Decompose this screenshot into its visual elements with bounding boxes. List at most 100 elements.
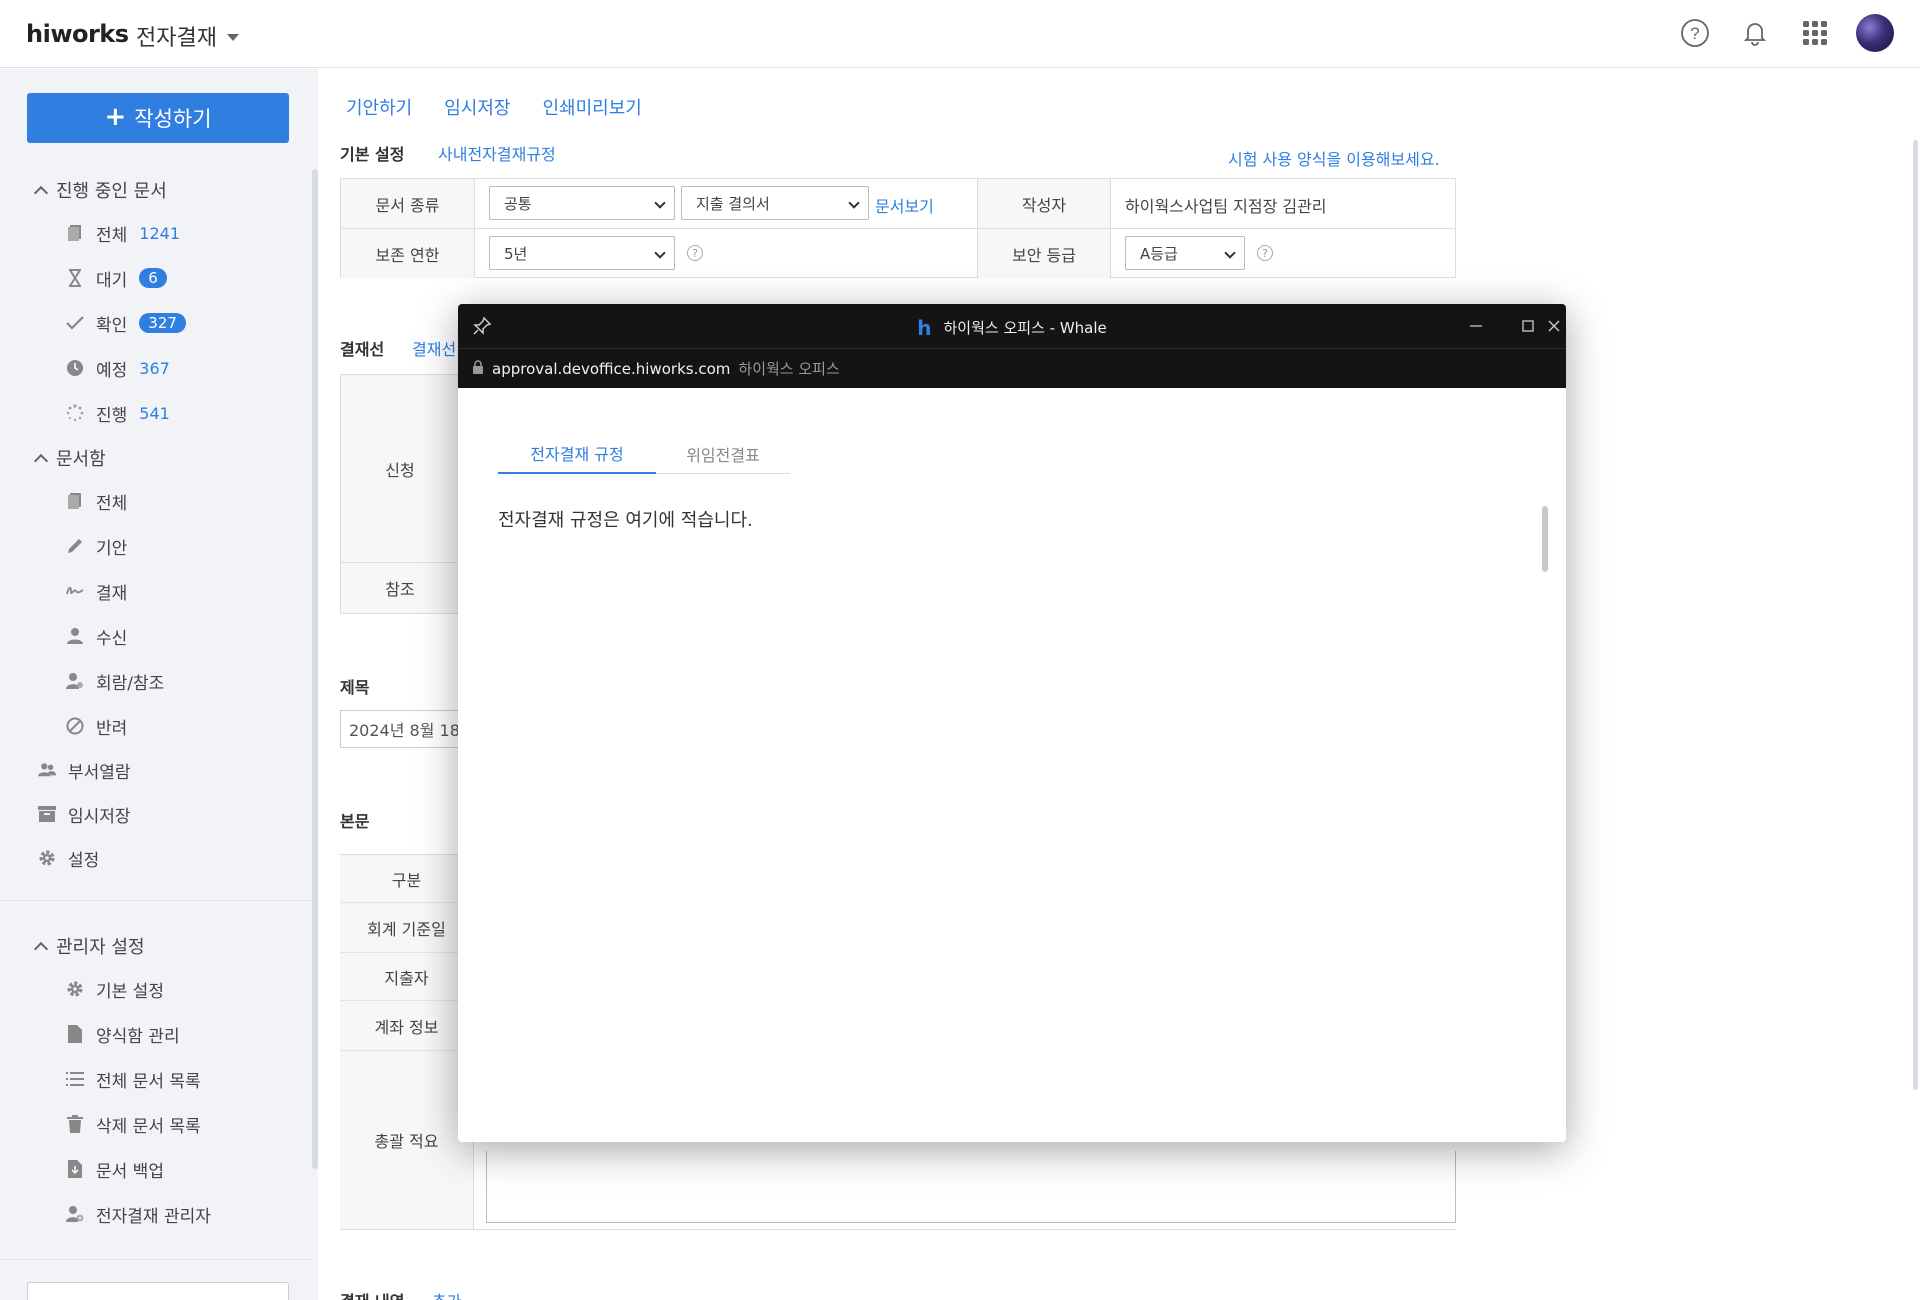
count-badge-confirm: 327 (139, 313, 186, 333)
user-avatar[interactable] (1856, 14, 1894, 52)
approval-line-link[interactable]: 결재선 (412, 336, 456, 360)
bell-icon[interactable] (1736, 14, 1774, 52)
sidebar-item-label: 삭제 문서 목록 (96, 1116, 201, 1137)
sidebar-item-label: 설정 (68, 850, 100, 871)
row-retention: 보존 연한 5년 ? 보안 등급 A등급 ? (341, 228, 1455, 278)
history-title: 결재 내역 (340, 1288, 404, 1300)
hourglass-icon (66, 269, 84, 287)
sidebar-item-label: 기안 (96, 538, 128, 559)
tab-delegation-table[interactable]: 위임전결표 (656, 434, 790, 474)
popup-window: h 하이웍스 오피스 - Whale approval.devoffice.hiw… (458, 304, 1566, 1142)
caret-down-icon (226, 34, 239, 41)
sidebar-item-confirm[interactable]: 확인 327 (66, 310, 186, 336)
sidebar-item-admin-all-docs[interactable]: 전체 문서 목록 (66, 1066, 201, 1092)
sidebar-item-draft[interactable]: 기안 (66, 533, 127, 559)
subject-title: 제목 (340, 678, 370, 697)
body-row-account-date: 회계 기준일 (340, 903, 474, 953)
sidebar-item-admin-backup[interactable]: 문서 백업 (66, 1156, 164, 1182)
sidebar-item-docbox-all[interactable]: 전체 (66, 488, 127, 514)
group-icon (38, 761, 56, 779)
retention-value: 5년 (504, 244, 528, 263)
popup-titlebar[interactable]: h 하이웍스 오피스 - Whale (458, 304, 1566, 348)
sidebar-bottom-button[interactable] (27, 1282, 289, 1300)
sidebar-item-progress[interactable]: 진행 541 (66, 400, 170, 426)
gear-icon (38, 849, 56, 867)
url-site-name: 하이웍스 오피스 (738, 360, 840, 378)
group-admin-label: 관리자 설정 (56, 937, 145, 958)
group-inprogress-label: 진행 중인 문서 (56, 181, 167, 202)
sidebar-item-label: 문서 백업 (96, 1161, 164, 1182)
basic-settings-title: 기본 설정 (340, 145, 405, 164)
sidebar-item-label: 전체 (96, 493, 128, 514)
subject-input[interactable]: 2024년 8월 18일 (340, 710, 460, 748)
page-scrollbar[interactable] (1913, 140, 1918, 1090)
sidebar-item-label: 대기 (96, 270, 128, 291)
sidebar-item-temp[interactable]: 임시저장 (38, 801, 131, 827)
retention-select[interactable]: 5년 (489, 236, 675, 270)
trial-link[interactable]: 시험 사용 양식을 이용해보세요. (1228, 146, 1440, 170)
retention-help-icon[interactable]: ? (687, 245, 703, 261)
sidebar-item-receive[interactable]: 수신 (66, 623, 127, 649)
group-inprogress[interactable]: 진행 중인 문서 (33, 177, 167, 203)
body-title: 본문 (340, 812, 370, 831)
doc-form-select[interactable]: 지출 결의서 (681, 186, 869, 220)
sidebar-item-admin-basic[interactable]: 기본 설정 (66, 976, 164, 1002)
sidebar-item-approve[interactable]: 결재 (66, 578, 127, 604)
summary-textarea[interactable] (486, 1151, 1456, 1223)
tab-approval-rules[interactable]: 전자결재 규정 (498, 434, 656, 474)
sidebar-item-admin-deleted[interactable]: 삭제 문서 목록 (66, 1111, 201, 1137)
sidebar-item-label: 전체 문서 목록 (96, 1071, 201, 1092)
check-icon (66, 314, 84, 332)
security-help-icon[interactable]: ? (1257, 245, 1273, 261)
count-scheduled: 367 (139, 358, 170, 378)
hiworks-logo[interactable]: hiworks (26, 20, 129, 48)
tab-temp-save[interactable]: 임시저장 (444, 94, 510, 120)
sidebar-scrollbar[interactable] (312, 169, 318, 1169)
group-docbox[interactable]: 문서함 (33, 445, 106, 471)
count-badge-waiting: 6 (139, 268, 167, 288)
file-icon (66, 1025, 84, 1043)
doc-type-select[interactable]: 공통 (489, 186, 675, 220)
sidebar-item-label: 확인 (96, 315, 128, 336)
sidebar-item-circulation[interactable]: 회람/참조 (66, 668, 164, 694)
tab-print-preview[interactable]: 인쇄미리보기 (543, 94, 642, 120)
help-icon[interactable]: ? (1676, 14, 1714, 52)
lock-icon (472, 359, 484, 378)
tab-draft[interactable]: 기안하기 (346, 94, 412, 120)
sidebar-item-waiting[interactable]: 대기 6 (66, 265, 167, 291)
popup-scrollbar[interactable] (1542, 506, 1548, 572)
popup-content-text: 전자결재 규정은 여기에 적습니다. (498, 510, 753, 531)
clock-icon (66, 359, 84, 377)
approval-line-title: 결재선 (340, 340, 385, 359)
write-button-label: 작성하기 (134, 107, 212, 131)
archive-icon (38, 805, 56, 823)
sidebar-item-settings[interactable]: 설정 (38, 845, 99, 871)
app-switcher[interactable]: 전자결재 (136, 20, 239, 52)
write-button[interactable]: + 작성하기 (27, 93, 289, 143)
apps-grid-icon[interactable] (1796, 14, 1834, 52)
close-icon[interactable] (1540, 312, 1566, 340)
sidebar-item-dept[interactable]: 부서열람 (38, 757, 131, 783)
sidebar-item-label: 반려 (96, 718, 128, 739)
file-download-icon (66, 1160, 84, 1178)
document-icon (66, 224, 84, 242)
rules-link[interactable]: 사내전자결재규정 (438, 141, 556, 165)
group-admin[interactable]: 관리자 설정 (33, 933, 145, 959)
body-row-summary: 총괄 적요 (340, 1051, 474, 1229)
apply-label: 신청 (341, 375, 459, 563)
minimize-icon[interactable] (1462, 312, 1490, 340)
doc-view-link[interactable]: 문서보기 (875, 193, 934, 217)
history-add-link[interactable]: 추가 (432, 1288, 461, 1300)
popup-title-text: 하이웍스 오피스 - Whale (943, 319, 1107, 337)
app-name: 전자결재 (136, 26, 217, 51)
chevron-up-icon (33, 453, 49, 468)
sidebar-item-all[interactable]: 전체 1241 (66, 220, 180, 246)
sidebar-item-admin-forms[interactable]: 양식함 관리 (66, 1021, 180, 1047)
group-docbox-label: 문서함 (56, 449, 106, 470)
sidebar-item-scheduled[interactable]: 예정 367 (66, 355, 170, 381)
maximize-icon[interactable] (1514, 312, 1542, 340)
main-action-tabs: 기안하기 임시저장 인쇄미리보기 (346, 94, 642, 120)
sidebar-item-admin-manager[interactable]: 전자결재 관리자 (66, 1201, 211, 1227)
sidebar-item-rejected[interactable]: 반려 (66, 713, 127, 739)
security-select[interactable]: A등급 (1125, 236, 1245, 270)
